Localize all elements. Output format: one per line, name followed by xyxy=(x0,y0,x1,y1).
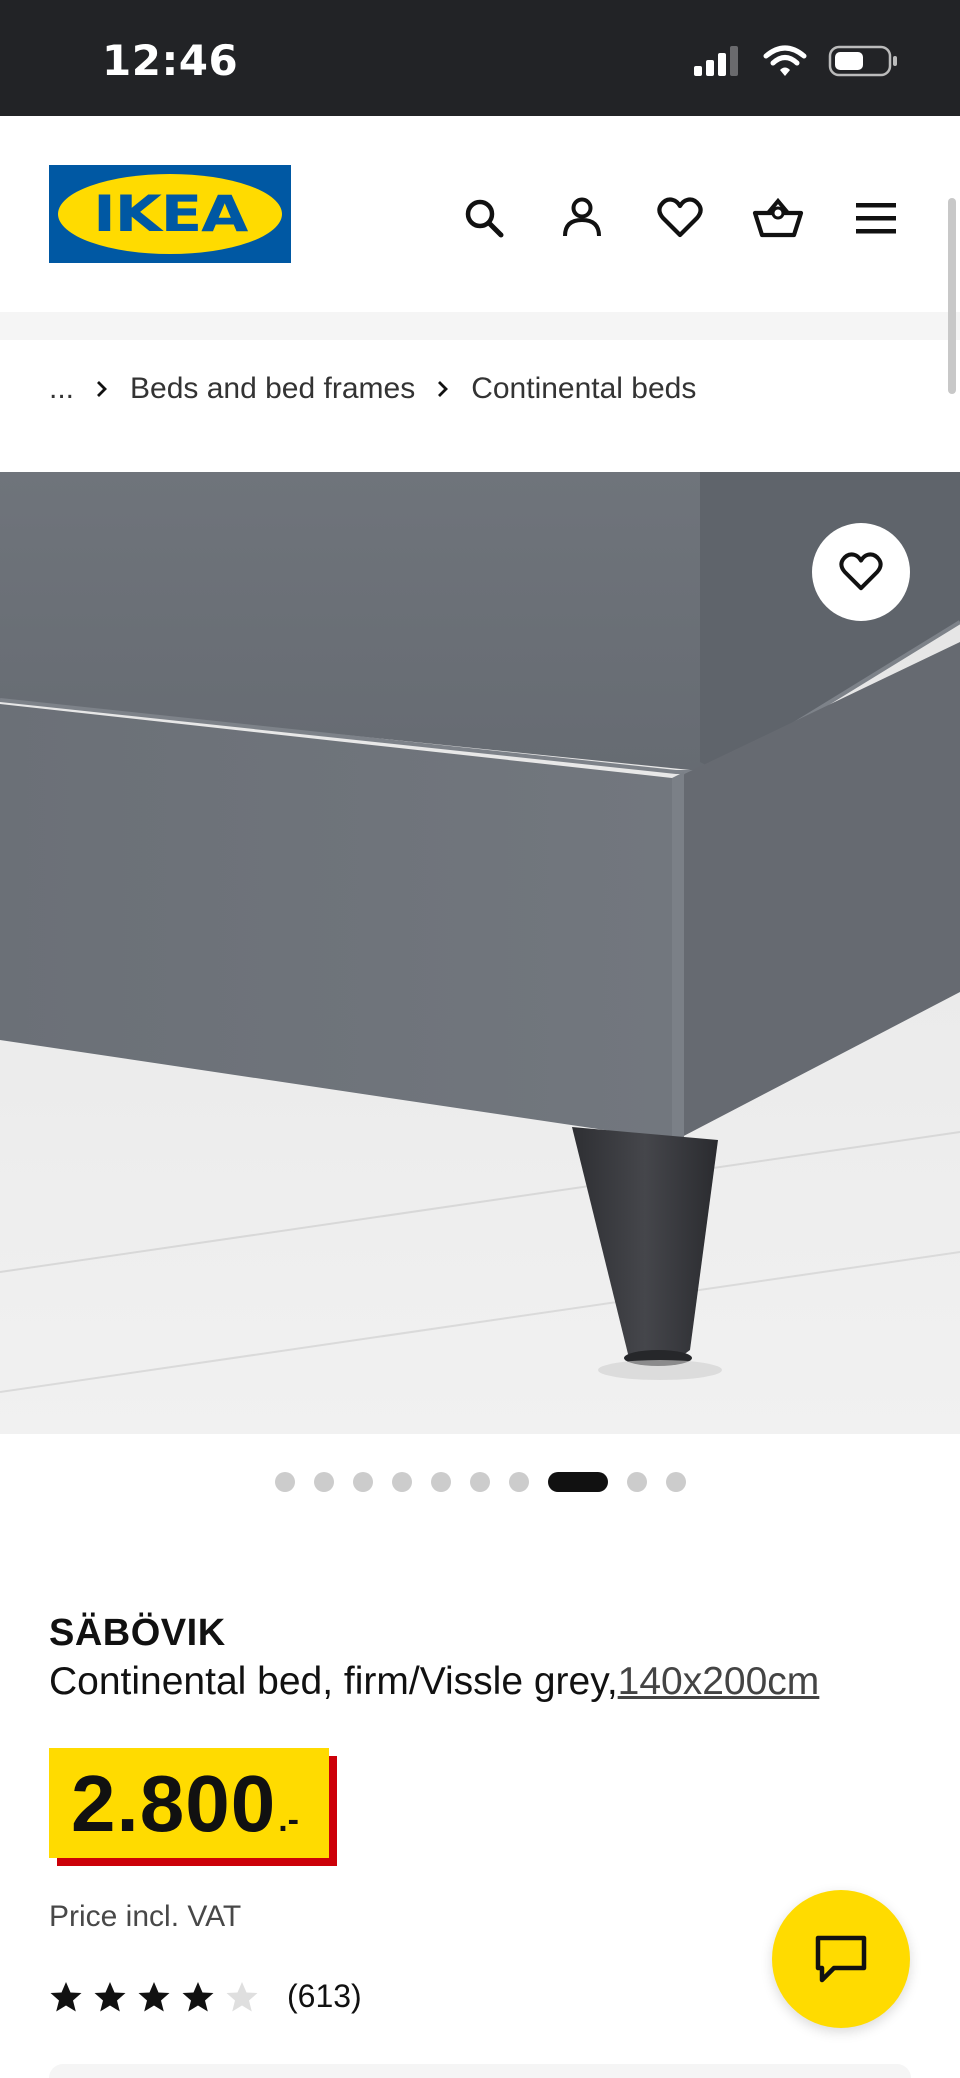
battery-icon xyxy=(828,45,897,77)
breadcrumb-ellipsis[interactable]: ... xyxy=(49,372,74,406)
carousel-dot[interactable] xyxy=(391,1472,412,1492)
chat-bubble-icon xyxy=(815,1935,867,1983)
product-description: Continental bed, firm/Vissle grey,140x20… xyxy=(49,1660,819,1704)
price-tag: 2.800 .- xyxy=(49,1748,337,1866)
header-nav-icons xyxy=(454,188,906,248)
status-bar: 12:46 xyxy=(0,0,960,116)
header-divider xyxy=(0,312,960,340)
chevron-right-icon xyxy=(96,380,108,398)
breadcrumb-continental-beds[interactable]: Continental beds xyxy=(471,372,696,406)
status-icons xyxy=(692,44,898,78)
image-carousel-dots xyxy=(0,1470,960,1494)
status-time: 12:46 xyxy=(102,36,239,85)
cellular-signal-icon xyxy=(694,46,738,76)
product-rating[interactable]: (613) xyxy=(49,1978,362,2015)
product-image[interactable] xyxy=(0,472,960,1434)
price-suffix: .- xyxy=(278,1801,299,1839)
search-icon[interactable] xyxy=(454,188,514,248)
account-icon[interactable] xyxy=(552,188,612,248)
carousel-dot[interactable] xyxy=(547,1472,608,1492)
carousel-dot[interactable] xyxy=(469,1472,490,1492)
breadcrumb: ... Beds and bed frames Continental beds xyxy=(49,372,696,406)
chevron-right-icon xyxy=(437,380,449,398)
carousel-dot[interactable] xyxy=(665,1472,686,1492)
hamburger-menu-icon[interactable] xyxy=(846,188,906,248)
star-filled-icon xyxy=(94,1981,126,2011)
add-to-favourites-button[interactable] xyxy=(812,523,910,621)
breadcrumb-beds[interactable]: Beds and bed frames xyxy=(130,372,415,406)
price-box: 2.800 .- xyxy=(49,1748,329,1858)
carousel-dot[interactable] xyxy=(313,1472,334,1492)
cart-basket-icon[interactable] xyxy=(748,188,808,248)
star-filled-icon xyxy=(182,1981,214,2011)
heart-outline-icon xyxy=(839,552,883,591)
logo-text: IKEA xyxy=(93,185,248,243)
size-link[interactable]: 140x200cm xyxy=(618,1660,820,1703)
price-amount: 2.800 xyxy=(71,1759,277,1848)
star-empty-icon xyxy=(226,1981,258,2011)
review-count[interactable]: (613) xyxy=(287,1978,362,2015)
wifi-icon xyxy=(763,45,807,76)
chat-button[interactable] xyxy=(772,1890,910,2028)
page-scrollbar[interactable] xyxy=(948,198,956,394)
carousel-dot[interactable] xyxy=(352,1472,373,1492)
wishlist-heart-icon[interactable] xyxy=(650,188,710,248)
site-header: IKEA xyxy=(0,116,960,312)
product-name: SÄBÖVIK xyxy=(49,1612,226,1654)
carousel-dot[interactable] xyxy=(274,1472,295,1492)
ikea-logo[interactable]: IKEA xyxy=(49,165,291,263)
carousel-dot[interactable] xyxy=(626,1472,647,1492)
carousel-dot[interactable] xyxy=(508,1472,529,1492)
logo-oval: IKEA xyxy=(58,174,282,254)
star-filled-icon xyxy=(138,1981,170,2011)
next-section-card xyxy=(49,2064,911,2078)
rating-stars xyxy=(49,1980,259,2014)
price-vat-note: Price incl. VAT xyxy=(49,1900,242,1933)
product-description-text: Continental bed, firm/Vissle grey, xyxy=(49,1660,618,1703)
bed-photo xyxy=(0,472,960,1434)
star-filled-icon xyxy=(50,1981,82,2011)
carousel-dot[interactable] xyxy=(430,1472,451,1492)
